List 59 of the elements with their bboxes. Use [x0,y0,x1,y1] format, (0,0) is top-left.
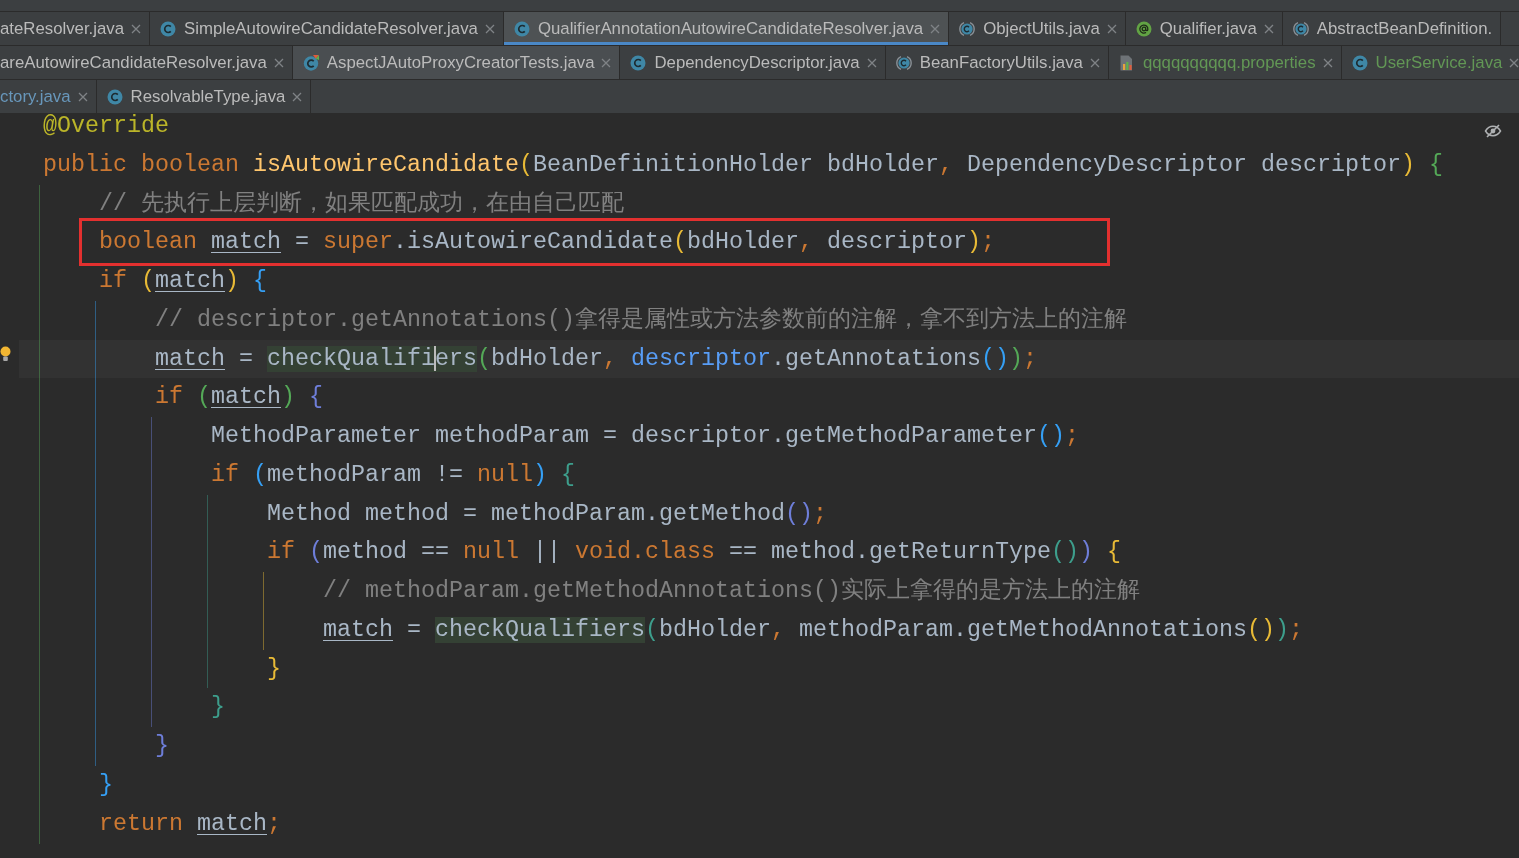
editor-tab[interactable]: qqqqqqqqqq.properties [1108,46,1342,79]
editor-tab[interactable]: Qualifier.java [1125,12,1283,45]
code-line: if (match) { [99,268,267,295]
code-line: return match; [99,810,281,838]
editor-tab[interactable]: AspectJAutoProxyCreatorTests.java [292,46,621,79]
lightbulb-icon[interactable] [0,345,11,362]
editor-tab[interactable]: SimpleAutowireCandidateResolver.java [150,12,504,45]
code-line: if (match) { [155,384,323,412]
code-line: // 先执行上层判断，如果匹配成功，在由自己匹配 [99,190,624,218]
code-line: } [99,772,113,799]
circle-c-icon [160,20,177,37]
editor-tab[interactable]: DependencyDescriptor.java [620,46,886,79]
ringed-c-icon [895,54,912,71]
code-line: // descriptor.getAnnotations()拿得是属性或方法参数前的注解，拿不到方法上的注解 [155,306,1127,334]
close-icon[interactable] [77,91,88,102]
editor-tab[interactable]: AbstractBeanDefinition. [1282,12,1502,45]
editor-tab[interactable]: ResolvableType.java [96,80,312,113]
close-icon[interactable] [930,23,941,34]
code-line: match = checkQualifiers(bdHolder, methodParam.getMethodAnnotations()); [323,616,1303,644]
code-line: if (methodParam != null) { [211,461,575,489]
close-icon[interactable] [1089,57,1100,68]
ringed-c-icon [959,20,976,37]
code-line: } [155,733,169,761]
code-line: Method method = methodParam.getMethod(); [267,500,827,528]
editor-tab[interactable]: UserService.java [1341,46,1519,79]
code-line: if (method == null || void.class == method.getReturnType()) { [267,539,1121,567]
close-icon[interactable] [866,57,877,68]
close-icon[interactable] [292,91,303,102]
code-line: boolean match = super.isAutowireCandidate(bdHolder, descriptor); [99,229,995,257]
eye-slash-icon[interactable] [1484,124,1502,138]
close-icon[interactable] [601,57,612,68]
close-icon[interactable] [484,23,495,34]
close-icon[interactable] [1106,23,1117,34]
close-icon[interactable] [1322,57,1333,68]
c-test-icon [302,54,319,71]
editor-tab[interactable]: QualifierAnnotationAutowireCandidateResolver.java [503,12,950,45]
circle-c-icon [1351,54,1368,71]
circle-c-icon [630,54,647,71]
editor-tab[interactable]: ateResolver.java [0,12,151,45]
bar-chart-file-icon [1118,54,1135,71]
editor-tab[interactable]: ctory.java [0,80,97,113]
close-icon[interactable] [131,23,142,34]
at-sign-icon [1135,20,1152,37]
close-icon[interactable] [1509,57,1519,68]
close-icon[interactable] [273,57,284,68]
close-icon[interactable] [1263,23,1274,34]
code-line: MethodParameter methodParam = descriptor.getMethodParameter(); [211,423,1079,450]
editor-tab[interactable]: areAutowireCandidateResolver.java [0,46,293,79]
code-line: } [211,694,225,722]
code-line: // methodParam.getMethodAnnotations()实际上拿得的是方法上的注解 [323,578,1140,605]
editor-tab[interactable]: BeanFactoryUtils.java [885,46,1109,79]
code-line: public boolean isAutowireCandidate(BeanDefinitionHolder bdHolder, DependencyDescriptor descriptor) { [43,151,1443,179]
code-line: } [267,655,281,683]
code-line: @Override [43,114,169,140]
editor-tab[interactable]: ObjectUtils.java [949,12,1126,45]
code-line: match = checkQualifiers(bdHolder, descriptor.getAnnotations()); [155,345,1037,373]
circle-c-icon [513,20,530,37]
ringed-c-icon [1292,20,1309,37]
circle-c-icon [106,88,123,105]
